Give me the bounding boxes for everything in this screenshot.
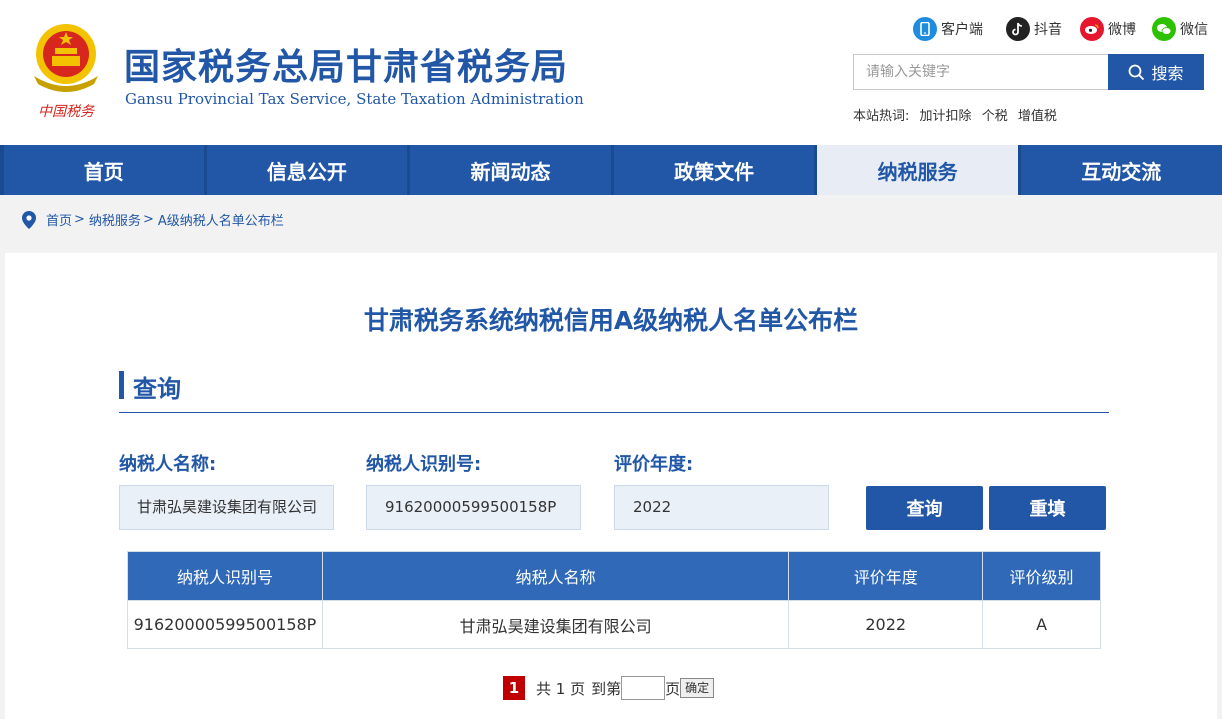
eval-year-input[interactable]: 2022 xyxy=(614,485,829,530)
nav-item-interaction[interactable]: 互动交流 xyxy=(1017,145,1222,195)
page-title: 甘肃税务系统纳税信用A级纳税人名单公布栏 xyxy=(363,306,859,335)
goto-page-input[interactable] xyxy=(621,676,666,700)
social-wechat-label: 微信 xyxy=(1180,22,1208,38)
goto-suffix: 页 xyxy=(665,679,681,698)
hot-term-link[interactable]: 加计扣除 xyxy=(920,109,972,124)
tax-emblem-logo: 中国税务 xyxy=(34,24,98,120)
page-total: 共 1 页 xyxy=(536,679,586,698)
emblem-text: 中国税务 xyxy=(38,104,95,120)
cell-taxpayer-name: 甘肃弘昊建设集团有限公司 xyxy=(321,600,790,649)
query-button[interactable]: 查询 xyxy=(866,486,983,530)
social-douyin-link[interactable]: 抖音 xyxy=(1006,16,1062,42)
social-weibo-link[interactable]: 微博 xyxy=(1080,16,1136,42)
mobile-app-icon xyxy=(913,17,937,41)
breadcrumb-tax-service[interactable]: 纳税服务 xyxy=(89,210,141,229)
social-wechat-link[interactable]: 微信 xyxy=(1152,16,1208,42)
nav-item-info-disclosure[interactable]: 信息公开 xyxy=(203,145,408,195)
content-panel: 甘肃税务系统纳税信用A级纳税人名单公布栏 查询 纳税人名称: 纳税人识别号: 评… xyxy=(5,253,1217,719)
section-title: 查询 xyxy=(133,375,181,403)
col-header-taxpayer-name: 纳税人名称 xyxy=(321,551,790,601)
breadcrumb-separator: > xyxy=(74,212,85,227)
col-header-eval-year: 评价年度 xyxy=(788,551,984,601)
breadcrumb: 首页 > 纳税服务 > A级纳税人名单公布栏 xyxy=(22,210,284,229)
cell-taxpayer-id: 91620000599500158P xyxy=(127,600,323,649)
douyin-icon xyxy=(1006,17,1030,41)
taxpayer-name-input[interactable]: 甘肃弘昊建设集团有限公司 xyxy=(119,485,334,530)
cell-eval-level: A xyxy=(982,600,1101,649)
nav-item-tax-service[interactable]: 纳税服务 xyxy=(814,145,1018,195)
search-icon xyxy=(1129,64,1145,80)
breadcrumb-separator: > xyxy=(142,212,154,227)
results-table: 纳税人识别号 纳税人名称 评价年度 评价级别 91620000599500158… xyxy=(127,551,1101,649)
search-button-label: 搜索 xyxy=(1151,64,1184,83)
section-divider xyxy=(119,412,1109,413)
social-client-link[interactable]: 客户端 xyxy=(913,16,983,42)
location-pin-icon xyxy=(22,210,36,229)
social-client-label: 客户端 xyxy=(941,22,983,38)
taxpayer-id-input[interactable]: 91620000599500158P xyxy=(366,485,581,530)
reset-button[interactable]: 重填 xyxy=(989,486,1106,530)
col-header-eval-level: 评价级别 xyxy=(982,551,1101,601)
col-header-taxpayer-id: 纳税人识别号 xyxy=(127,551,323,601)
taxpayer-id-label: 纳税人识别号: xyxy=(366,454,482,475)
pagination: 1 共 1 页 到第 页 确定 xyxy=(503,676,715,700)
hot-term-link[interactable]: 个税 xyxy=(982,109,1008,124)
table-row: 91620000599500158P 甘肃弘昊建设集团有限公司 2022 A xyxy=(127,600,1101,649)
nav-item-policy[interactable]: 政策文件 xyxy=(610,145,815,195)
breadcrumb-current[interactable]: A级纳税人名单公布栏 xyxy=(158,210,284,229)
breadcrumb-home[interactable]: 首页 xyxy=(46,210,72,229)
nav-item-home[interactable]: 首页 xyxy=(0,145,204,195)
eval-year-label: 评价年度: xyxy=(614,454,694,475)
social-weibo-label: 微博 xyxy=(1108,22,1136,38)
nav-item-news[interactable]: 新闻动态 xyxy=(407,145,611,195)
section-marker xyxy=(119,371,124,399)
table-header-row: 纳税人识别号 纳税人名称 评价年度 评价级别 xyxy=(127,551,1101,601)
site-title[interactable]: 国家税务总局甘肃省税务局 xyxy=(124,38,568,90)
page-current[interactable]: 1 xyxy=(503,676,525,700)
weibo-icon xyxy=(1080,17,1104,41)
hot-terms: 本站热词: 加计扣除 个税 增值税 xyxy=(853,105,1063,124)
main-nav: 首页 信息公开 新闻动态 政策文件 纳税服务 互动交流 xyxy=(0,145,1222,195)
social-douyin-label: 抖音 xyxy=(1034,22,1062,38)
taxpayer-name-label: 纳税人名称: xyxy=(119,454,217,475)
site-header: 中国税务 国家税务总局甘肃省税务局 Gansu Provincial Tax S… xyxy=(0,0,1222,145)
cell-eval-year: 2022 xyxy=(788,600,984,649)
search-input[interactable]: 请输入关键字 xyxy=(853,54,1109,90)
goto-prefix: 到第 xyxy=(591,679,622,698)
wechat-icon xyxy=(1152,17,1176,41)
goto-confirm-button[interactable]: 确定 xyxy=(680,678,715,698)
search-button[interactable]: 搜索 xyxy=(1108,54,1204,90)
hot-term-link[interactable]: 增值税 xyxy=(1018,109,1057,124)
site-subtitle: Gansu Provincial Tax Service, State Taxa… xyxy=(125,90,584,108)
hot-terms-label: 本站热词: xyxy=(853,109,910,124)
